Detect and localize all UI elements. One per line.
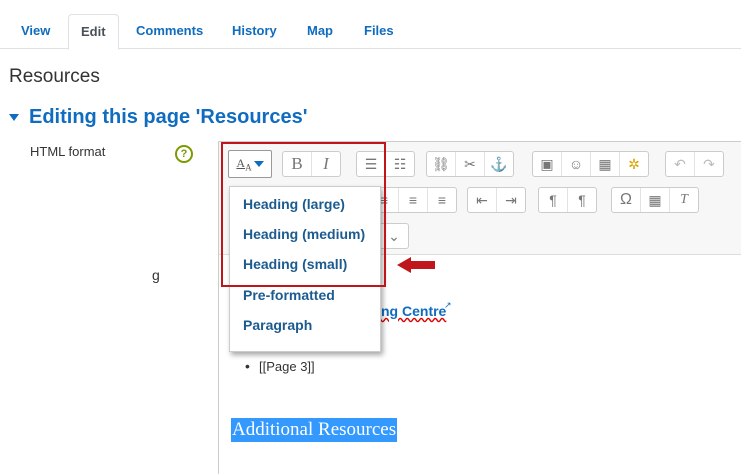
indent-icon[interactable]: ⇥ bbox=[497, 188, 525, 212]
html-format-label: HTML format bbox=[30, 144, 106, 159]
media-group: ▣ ☺ ▦ ✲ bbox=[532, 151, 649, 177]
media-icon[interactable]: ▦ bbox=[591, 152, 620, 176]
selected-heading-text[interactable]: Additional Resources bbox=[231, 418, 398, 442]
tab-edit[interactable]: Edit bbox=[68, 14, 119, 50]
section-heading-text: Editing this page 'Resources' bbox=[29, 106, 308, 128]
ordered-list-icon[interactable]: ☷ bbox=[386, 152, 414, 176]
tab-comments[interactable]: Comments bbox=[124, 14, 215, 47]
indent-group: ⇤ ⇥ bbox=[467, 187, 526, 213]
content-text-fragment: g bbox=[152, 267, 160, 283]
special-character-icon[interactable]: Ω bbox=[612, 188, 641, 212]
rtl-icon[interactable]: ¶ bbox=[568, 188, 596, 212]
table-icon[interactable]: ▦ bbox=[641, 188, 670, 212]
image-icon[interactable]: ▣ bbox=[533, 152, 562, 176]
link-group: ⛓ ✂ ⚓ bbox=[426, 151, 514, 177]
section-heading[interactable]: Editing this page 'Resources' bbox=[9, 106, 307, 129]
insert-group: Ω ▦ T bbox=[611, 187, 699, 213]
annotation-highlight-box bbox=[221, 142, 386, 287]
clear-formatting-icon[interactable]: T bbox=[670, 188, 698, 212]
tab-map[interactable]: Map bbox=[295, 14, 345, 47]
emoticon-icon[interactable]: ☺ bbox=[562, 152, 591, 176]
annotation-arrow-icon bbox=[397, 257, 435, 273]
align-center-icon[interactable]: ≡ bbox=[399, 188, 428, 212]
content-link-fragment[interactable]: ng Centre bbox=[381, 303, 446, 319]
menu-item-preformatted[interactable]: Pre-formatted bbox=[243, 287, 335, 303]
page-title: Resources bbox=[9, 66, 100, 87]
tab-history[interactable]: History bbox=[220, 14, 289, 47]
collapse-triangle-icon[interactable] bbox=[9, 114, 19, 121]
tab-bar: View Edit Comments History Map Files bbox=[0, 0, 741, 50]
help-icon[interactable]: ? bbox=[175, 145, 193, 163]
align-right-icon[interactable]: ≡ bbox=[428, 188, 456, 212]
unlink-icon[interactable]: ✂ bbox=[456, 152, 485, 176]
manage-files-icon[interactable]: ✲ bbox=[620, 152, 648, 176]
menu-item-paragraph[interactable]: Paragraph bbox=[243, 317, 312, 333]
ltr-icon[interactable]: ¶ bbox=[539, 188, 568, 212]
outdent-icon[interactable]: ⇤ bbox=[468, 188, 497, 212]
tab-files[interactable]: Files bbox=[352, 14, 406, 47]
history-group: ↶ ↷ bbox=[665, 151, 724, 177]
external-link-icon: ↗ bbox=[444, 300, 452, 310]
undo-icon[interactable]: ↶ bbox=[666, 152, 695, 176]
tab-view[interactable]: View bbox=[9, 14, 62, 47]
link-icon[interactable]: ⛓ bbox=[427, 152, 456, 176]
direction-group: ¶ ¶ bbox=[538, 187, 597, 213]
redo-icon[interactable]: ↷ bbox=[695, 152, 723, 176]
anchor-icon[interactable]: ⚓ bbox=[485, 152, 513, 176]
list-item: [[Page 3]] bbox=[245, 358, 315, 374]
